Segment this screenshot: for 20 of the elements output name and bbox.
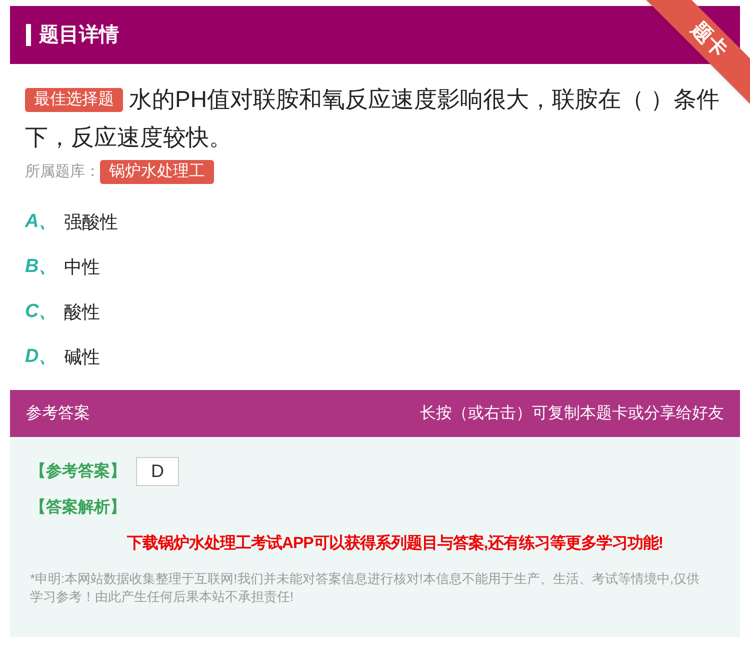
promo-text: 下载锅炉水处理工考试APP可以获得系列题目与答案,还有练习等更多学习功能! (126, 533, 664, 554)
option-text[interactable]: 酸性 (64, 299, 100, 326)
header-title: 题目详情 (39, 22, 119, 48)
bank-tag[interactable]: 锅炉水处理工 (100, 160, 214, 184)
analysis-label: 【答案解析】 (30, 497, 126, 518)
answer-label: 【参考答案】 (30, 461, 126, 482)
accent-bar-icon (26, 24, 31, 46)
option-letter: B、 (25, 255, 59, 280)
option-text[interactable]: 强酸性 (64, 209, 118, 236)
option-letter: D、 (25, 345, 59, 370)
option-letter: C、 (25, 300, 59, 324)
bank-label: 所属题库： (25, 162, 100, 182)
option-text[interactable]: 中性 (64, 254, 100, 281)
option-letter: A、 (25, 210, 59, 234)
option-text[interactable]: 碱性 (64, 344, 100, 371)
disclaimer-text: *申明:本网站数据收集整理于互联网!我们并未能对答案信息进行核对!本信息不能用于生产、生活、考试等情境中,仅供学习参考！由此产生任何后果本站不承担责任! (30, 570, 701, 606)
question-type-tag: 最佳选择题 (25, 88, 123, 112)
answer-value: D (136, 457, 179, 486)
answer-title: 参考答案 (26, 403, 90, 424)
share-hint: 长按（或右击）可复制本题卡或分享给好友 (420, 404, 724, 424)
